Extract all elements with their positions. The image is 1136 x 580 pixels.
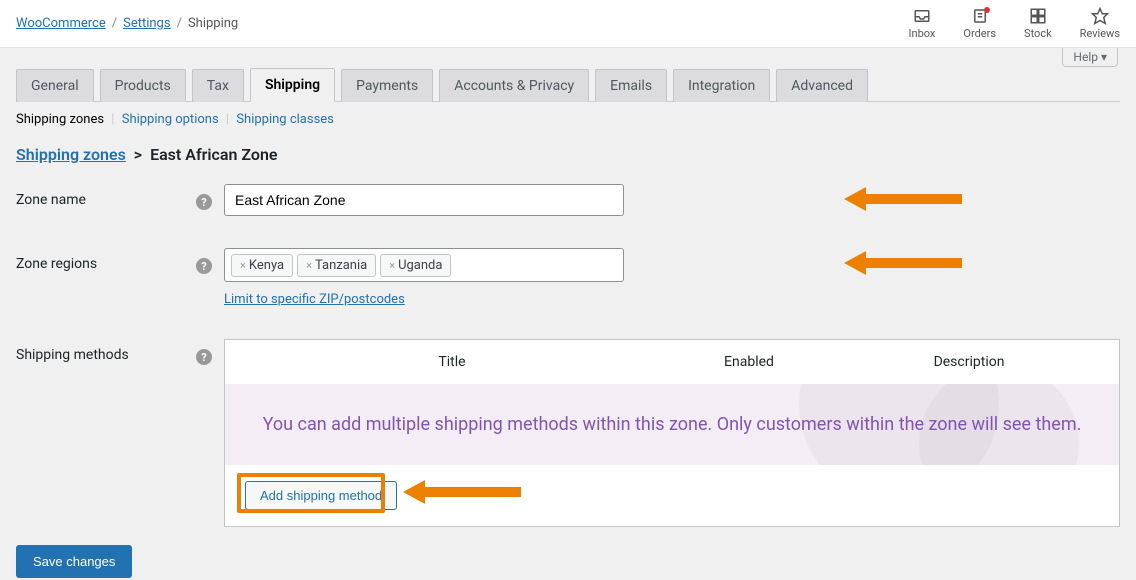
notification-dot bbox=[984, 7, 990, 13]
shipping-methods-label: Shipping methods bbox=[16, 339, 196, 363]
zone-name: East African Zone bbox=[150, 145, 277, 164]
settings-tabs: General Products Tax Shipping Payments A… bbox=[16, 68, 1120, 102]
breadcrumb-leaf: Shipping bbox=[188, 16, 238, 31]
shipping-methods-row: Shipping methods ? Title Enabled Descrip… bbox=[16, 339, 1120, 527]
region-tag-label: Uganda bbox=[398, 258, 442, 273]
tab-general[interactable]: General bbox=[16, 69, 94, 102]
methods-table-footer: Add shipping method bbox=[225, 465, 1119, 526]
tab-tax[interactable]: Tax bbox=[192, 69, 244, 102]
help-tab[interactable]: Help ▾ bbox=[1062, 48, 1118, 67]
orders-button[interactable]: Orders bbox=[963, 7, 996, 40]
annotation-arrow bbox=[403, 477, 523, 507]
inbox-icon bbox=[912, 7, 932, 25]
zone-regions-field-wrap: ×Kenya ×Tanzania ×Uganda Limit to specif… bbox=[224, 248, 624, 307]
col-title: Title bbox=[245, 354, 659, 370]
inbox-label: Inbox bbox=[909, 27, 936, 40]
zone-breadcrumb-root[interactable]: Shipping zones bbox=[16, 145, 126, 164]
orders-label: Orders bbox=[963, 27, 996, 40]
zone-name-row: Zone name ? bbox=[16, 184, 1120, 216]
zone-breadcrumb: Shipping zones > East African Zone bbox=[16, 145, 1120, 164]
tab-accounts[interactable]: Accounts & Privacy bbox=[439, 69, 589, 102]
subnav-zones[interactable]: Shipping zones bbox=[16, 112, 104, 127]
breadcrumb-root[interactable]: WooCommerce bbox=[16, 16, 106, 31]
breadcrumb-sep: / bbox=[112, 16, 117, 31]
orders-icon bbox=[970, 7, 990, 25]
breadcrumb-mid[interactable]: Settings bbox=[123, 16, 170, 31]
subnav-options[interactable]: Shipping options bbox=[122, 112, 219, 127]
zone-regions-label: Zone regions bbox=[16, 248, 196, 272]
zone-regions-input[interactable]: ×Kenya ×Tanzania ×Uganda bbox=[224, 248, 624, 282]
methods-table-header: Title Enabled Description bbox=[225, 340, 1119, 384]
inbox-button[interactable]: Inbox bbox=[909, 7, 936, 40]
limit-zip-link[interactable]: Limit to specific ZIP/postcodes bbox=[224, 292, 624, 307]
zone-name-field-wrap bbox=[224, 184, 624, 216]
shipping-subnav: Shipping zones | Shipping options | Ship… bbox=[16, 102, 1120, 145]
reviews-label: Reviews bbox=[1080, 27, 1120, 40]
col-description: Description bbox=[839, 354, 1099, 370]
stock-icon bbox=[1028, 7, 1048, 25]
region-tag: ×Uganda bbox=[380, 254, 451, 277]
subnav-classes[interactable]: Shipping classes bbox=[236, 112, 334, 127]
shipping-methods-table: Title Enabled Description You can add mu… bbox=[224, 339, 1120, 527]
region-tag-label: Tanzania bbox=[315, 258, 367, 273]
methods-empty-message: You can add multiple shipping methods wi… bbox=[225, 384, 1119, 465]
tab-payments[interactable]: Payments bbox=[341, 69, 433, 102]
remove-tag-icon[interactable]: × bbox=[389, 259, 395, 272]
help-icon[interactable]: ? bbox=[196, 258, 212, 274]
annotation-arrow bbox=[844, 184, 964, 214]
tab-integration[interactable]: Integration bbox=[673, 69, 770, 102]
region-tag-label: Kenya bbox=[249, 258, 284, 273]
pipe: | bbox=[111, 112, 114, 127]
help-icon[interactable]: ? bbox=[196, 194, 212, 210]
chevron-right-icon: > bbox=[134, 145, 142, 164]
annotation-arrow bbox=[844, 248, 964, 278]
save-changes-button[interactable]: Save changes bbox=[16, 545, 132, 578]
col-enabled: Enabled bbox=[659, 354, 839, 370]
zone-regions-row: Zone regions ? ×Kenya ×Tanzania ×Uganda … bbox=[16, 248, 1120, 307]
help-icon[interactable]: ? bbox=[196, 349, 212, 365]
region-tag: ×Kenya bbox=[231, 254, 293, 277]
admin-topbar: WooCommerce / Settings / Shipping Inbox … bbox=[0, 0, 1136, 48]
topbar-icons: Inbox Orders Stock Reviews bbox=[909, 7, 1120, 40]
breadcrumb: WooCommerce / Settings / Shipping bbox=[16, 16, 238, 31]
zone-name-input[interactable] bbox=[224, 184, 624, 216]
reviews-button[interactable]: Reviews bbox=[1080, 7, 1120, 40]
tab-products[interactable]: Products bbox=[100, 69, 186, 102]
region-tag: ×Tanzania bbox=[297, 254, 376, 277]
star-icon bbox=[1090, 7, 1110, 25]
remove-tag-icon[interactable]: × bbox=[240, 259, 246, 272]
tab-advanced[interactable]: Advanced bbox=[776, 69, 868, 102]
zone-name-label: Zone name bbox=[16, 184, 196, 208]
add-shipping-method-button[interactable]: Add shipping method bbox=[245, 481, 397, 510]
pipe: | bbox=[226, 112, 229, 127]
stock-label: Stock bbox=[1024, 27, 1052, 40]
breadcrumb-sep: / bbox=[177, 16, 182, 31]
stock-button[interactable]: Stock bbox=[1024, 7, 1052, 40]
tab-shipping[interactable]: Shipping bbox=[250, 68, 335, 102]
remove-tag-icon[interactable]: × bbox=[306, 259, 312, 272]
tab-emails[interactable]: Emails bbox=[595, 69, 667, 102]
